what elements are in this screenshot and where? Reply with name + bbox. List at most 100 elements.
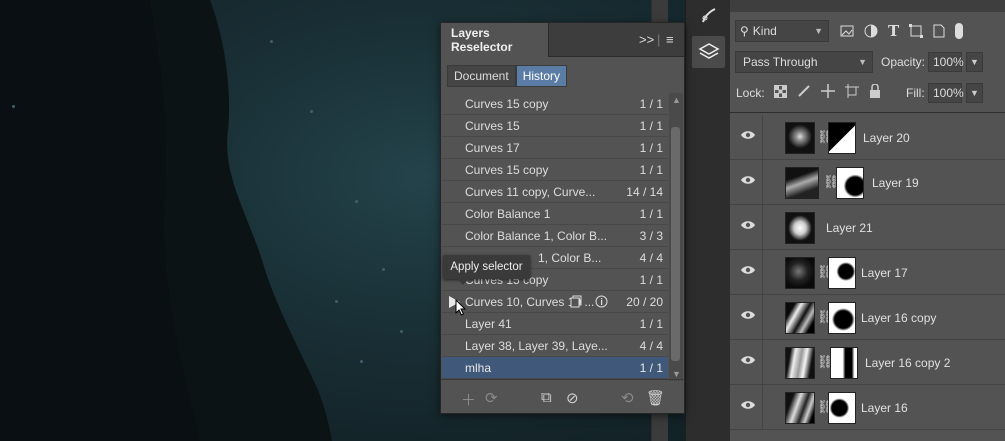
panel-title-tab[interactable]: Layers Reselector (441, 23, 549, 57)
scrollbar-thumb[interactable] (671, 127, 680, 361)
add-icon[interactable]: ＋ (461, 389, 476, 410)
divider (762, 295, 763, 340)
layer-thumbnail[interactable] (785, 257, 815, 289)
list-item[interactable]: Curves 15 1 / 1 (442, 115, 668, 137)
lock-all-icon[interactable] (869, 84, 881, 98)
layer-name[interactable]: Layer 16 copy (861, 311, 936, 325)
layer-row[interactable]: ⛓ Layer 20 (730, 115, 1005, 160)
list-item-hovered[interactable]: Curves 10, Curves 10 ... 20 / 20 (442, 291, 668, 316)
expand-icon[interactable]: >> (639, 32, 654, 47)
layer-mask-thumbnail[interactable] (828, 257, 856, 289)
lock-transparent-icon[interactable] (774, 84, 787, 98)
layer-thumbnail[interactable] (785, 302, 815, 334)
item-label: Curves 15 (465, 118, 520, 133)
kind-label: Kind (752, 24, 777, 38)
scroll-up-icon[interactable]: ▲ (672, 95, 681, 105)
opacity-field[interactable]: 100% (928, 52, 964, 72)
list-item[interactable]: Curves 11 copy, Curve... 14 / 14 (442, 181, 668, 203)
list-item[interactable]: Curves 15 copy 1 / 1 (442, 159, 668, 181)
scroll-down-icon[interactable]: ▼ (672, 369, 681, 379)
layer-name[interactable]: Layer 19 (872, 176, 919, 190)
item-count: 20 / 20 (626, 295, 663, 309)
layer-row[interactable]: ⛓ Layer 16 (730, 385, 1005, 430)
visibility-eye-icon[interactable] (740, 174, 756, 186)
sync-icon[interactable]: ⟲ (621, 389, 634, 407)
list-item[interactable]: Color Balance 1, Color B... 3 / 3 (442, 225, 668, 247)
pixel-filter-icon[interactable] (840, 25, 854, 37)
visibility-eye-icon[interactable] (740, 129, 756, 141)
shape-filter-icon[interactable] (909, 24, 924, 38)
layers-panel: ⚲ Kind ▼ T Pass Through ▼ Opacity: 100% … (730, 0, 1005, 441)
layer-thumbnail[interactable] (785, 167, 819, 199)
visibility-eye-icon[interactable] (740, 264, 756, 276)
fill-field[interactable]: 100% (928, 83, 964, 103)
list-item[interactable]: Curves 17 1 / 1 (442, 137, 668, 159)
layer-name[interactable]: Layer 17 (861, 266, 908, 280)
layer-name[interactable]: Layer 21 (826, 221, 873, 235)
layer-thumbnail[interactable] (785, 392, 815, 424)
lock-artboard-icon[interactable] (845, 84, 859, 98)
list-item-selected[interactable]: mlha 1 / 1 (442, 357, 668, 379)
panel-footer: ＋ ⟳ ⧉ ⊘ ⟲ 🗑 (441, 379, 684, 413)
item-label: mlha (465, 360, 492, 375)
duplicate-icon[interactable]: ⧉ (541, 389, 552, 406)
layer-row[interactable]: ⛓ Layer 16 copy 2 (730, 340, 1005, 385)
layer-thumbnail[interactable] (785, 212, 815, 244)
fill-dropdown-icon[interactable]: ▼ (966, 83, 983, 103)
adjustment-filter-icon[interactable] (864, 24, 878, 38)
tab-document[interactable]: Document (447, 65, 516, 87)
lock-pixels-brush-icon[interactable] (797, 84, 811, 98)
item-count: 1 / 1 (639, 141, 663, 155)
item-label: Curves 17 (465, 140, 520, 155)
visibility-eye-icon[interactable] (740, 354, 756, 366)
copy-icon[interactable] (570, 295, 583, 308)
blend-mode-select[interactable]: Pass Through ▼ (735, 51, 873, 73)
lock-position-icon[interactable] (821, 84, 835, 98)
list-scrollbar[interactable]: ▲ ▼ (669, 93, 683, 381)
layer-thumbnail[interactable] (785, 122, 815, 154)
panel-header: Layers Reselector >> | ≡ (441, 23, 684, 57)
filter-toggle[interactable] (955, 23, 964, 39)
layer-thumbnail[interactable] (785, 347, 815, 379)
clear-icon[interactable]: ⊘ (566, 389, 579, 407)
visibility-eye-icon[interactable] (740, 219, 756, 231)
visibility-eye-icon[interactable] (740, 309, 756, 321)
divider (762, 385, 763, 430)
layer-mask-thumbnail[interactable] (828, 122, 856, 154)
layer-mask-thumbnail[interactable] (830, 347, 858, 379)
layers-panel-icon[interactable] (692, 36, 725, 68)
item-count: 1 / 1 (639, 317, 663, 331)
visibility-eye-icon[interactable] (740, 399, 756, 411)
layer-name[interactable]: Layer 20 (863, 131, 910, 145)
list-item[interactable]: Layer 41 1 / 1 (442, 313, 668, 335)
refresh-icon[interactable]: ⟳ (485, 389, 498, 407)
type-filter-icon[interactable]: T (888, 22, 899, 40)
item-count: 1 / 1 (639, 119, 663, 133)
blend-mode-value: Pass Through (743, 55, 818, 69)
panel-menu-icon[interactable]: ≡ (666, 32, 674, 47)
smart-object-filter-icon[interactable] (933, 24, 945, 38)
layer-row[interactable]: Layer 21 (730, 205, 1005, 250)
list-item[interactable]: Color Balance 1 1 / 1 (442, 203, 668, 225)
divider (762, 205, 763, 250)
list-item[interactable]: Layer 38, Layer 39, Laye... 4 / 4 (442, 335, 668, 357)
layer-mask-thumbnail[interactable] (828, 392, 856, 424)
trash-icon[interactable]: 🗑 (646, 389, 665, 407)
item-count: 4 / 4 (639, 251, 663, 265)
item-label: Curves 11 copy, Curve... (465, 184, 596, 199)
layer-name[interactable]: Layer 16 (861, 401, 908, 415)
brush-settings-icon[interactable] (692, 0, 725, 32)
tab-history[interactable]: History (515, 65, 568, 87)
layer-row[interactable]: ⛓ Layer 17 (730, 250, 1005, 295)
layer-mask-thumbnail[interactable] (828, 302, 856, 334)
layer-row[interactable]: ⛓ Layer 19 (730, 160, 1005, 205)
layer-row[interactable]: ⛓ Layer 16 copy (730, 295, 1005, 340)
layer-mask-thumbnail[interactable] (836, 167, 864, 199)
kind-filter-select[interactable]: ⚲ Kind ▼ (735, 20, 829, 42)
info-icon[interactable] (595, 295, 608, 308)
opacity-dropdown-icon[interactable]: ▼ (966, 52, 983, 72)
lock-icons (774, 84, 881, 98)
layer-name[interactable]: Layer 16 copy 2 (865, 356, 950, 370)
chevron-down-icon: ▼ (858, 57, 867, 67)
list-item[interactable]: Curves 15 copy 1 / 1 (442, 93, 668, 115)
